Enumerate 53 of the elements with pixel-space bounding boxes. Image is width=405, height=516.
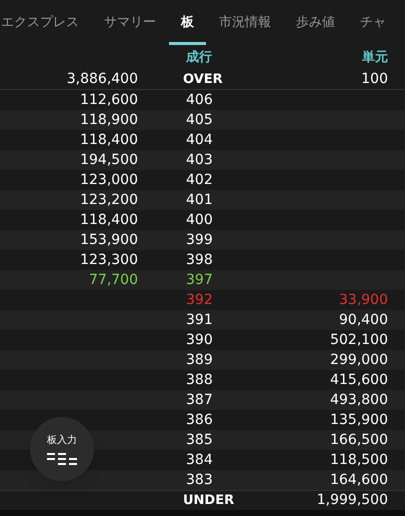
price: 385: [186, 432, 213, 448]
tab[interactable]: 市況情報: [207, 12, 283, 45]
price: 400: [186, 212, 213, 228]
price: 399: [186, 232, 213, 248]
price: 401: [186, 192, 213, 208]
order-book-icon: [47, 453, 77, 465]
sell-quantity: 194,500: [80, 152, 138, 168]
buy-quantity: 33,900: [339, 292, 388, 308]
sell-quantity: 153,900: [80, 232, 138, 248]
tab[interactable]: エクスプレス: [0, 12, 91, 45]
buy-quantity: 100: [361, 71, 388, 87]
price: 387: [186, 392, 213, 408]
sell-quantity: 118,400: [80, 212, 138, 228]
buy-quantity: 118,500: [330, 452, 388, 468]
sell-quantity: 77,700: [89, 272, 138, 288]
price: 389: [186, 352, 213, 368]
sell-quantity: 118,900: [80, 112, 138, 128]
buy-quantity: 299,000: [330, 352, 388, 368]
price: 388: [186, 372, 213, 388]
price: OVER: [183, 72, 223, 87]
price: 405: [186, 112, 213, 128]
price: 391: [186, 312, 213, 328]
price: 402: [186, 172, 213, 188]
price: 392: [186, 292, 213, 308]
buy-quantity: 415,600: [330, 372, 388, 388]
price: 406: [186, 92, 213, 108]
buy-quantity: 164,600: [330, 472, 388, 488]
sell-quantity: 123,000: [80, 172, 138, 188]
price: 403: [186, 152, 213, 168]
sell-quantity: 112,600: [80, 92, 138, 108]
sell-quantity: 3,886,400: [66, 71, 138, 87]
tab[interactable]: 歩み値: [284, 12, 347, 45]
sell-quantity: 123,200: [80, 192, 138, 208]
tab[interactable]: チャ: [348, 12, 398, 45]
price: UNDER: [183, 493, 234, 508]
price: 384: [186, 452, 213, 468]
buy-quantity: 502,100: [330, 332, 388, 348]
buy-quantity: 493,800: [330, 392, 388, 408]
price: 397: [186, 272, 213, 288]
buy-quantity: 135,900: [330, 412, 388, 428]
price: 386: [186, 412, 213, 428]
price: 390: [186, 332, 213, 348]
sell-quantity: 118,400: [80, 132, 138, 148]
unit-header: 単元: [362, 50, 388, 65]
price: 404: [186, 132, 213, 148]
sell-quantity: 123,300: [80, 252, 138, 268]
price: 383: [186, 472, 213, 488]
buy-quantity: 166,500: [330, 432, 388, 448]
tab[interactable]: サマリー: [92, 12, 168, 45]
price: 398: [186, 252, 213, 268]
buy-quantity: 1,999,500: [316, 492, 388, 508]
market-order-header: 成行: [186, 48, 213, 67]
buy-quantity: 90,400: [339, 312, 388, 328]
